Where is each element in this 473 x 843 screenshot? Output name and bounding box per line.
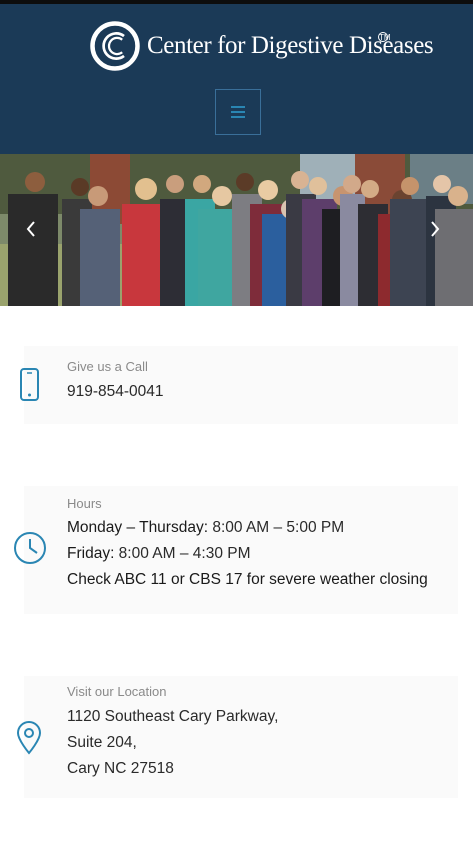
call-label: Give us a Call bbox=[67, 359, 148, 374]
slider-prev-button[interactable] bbox=[26, 221, 44, 241]
friday-label: Friday: bbox=[67, 545, 115, 562]
hamburger-icon bbox=[231, 106, 245, 118]
menu-toggle-button[interactable] bbox=[215, 89, 261, 135]
site-logo[interactable]: Center for Digestive Diseases TM bbox=[88, 16, 434, 76]
friday-time: 8:00 AM – 4:30 PM bbox=[114, 545, 251, 562]
site-header: Center for Digestive Diseases TM bbox=[0, 4, 473, 154]
weekday-label: Monday – Thursday: bbox=[67, 519, 209, 536]
map-pin-icon bbox=[16, 721, 42, 760]
chevron-right-icon bbox=[431, 221, 440, 237]
contact-info-section: Give us a Call 919-854-0041 Hours Monday… bbox=[0, 306, 473, 843]
location-label: Visit our Location bbox=[67, 684, 167, 699]
address-line-3: Cary NC 27518 bbox=[67, 760, 174, 777]
hours-friday-line: Friday: 8:00 AM – 4:30 PM bbox=[67, 545, 251, 563]
phone-number-link[interactable]: 919-854-0041 bbox=[67, 383, 164, 401]
call-card: Give us a Call 919-854-0041 bbox=[20, 346, 458, 424]
slider-next-button[interactable] bbox=[430, 221, 448, 241]
hours-card: Hours Monday – Thursday: 8:00 AM – 5:00 … bbox=[14, 486, 458, 614]
phone-icon bbox=[19, 368, 41, 407]
address-line-1: 1120 Southeast Cary Parkway, bbox=[67, 708, 279, 725]
chevron-left-icon bbox=[26, 221, 35, 237]
location-card: Visit our Location 1120 Southeast Cary P… bbox=[16, 676, 458, 798]
team-photo bbox=[0, 154, 473, 306]
address-line-2: Suite 204, bbox=[67, 734, 137, 751]
hours-weekday-line: Monday – Thursday: 8:00 AM – 5:00 PM bbox=[67, 519, 344, 537]
hours-label: Hours bbox=[67, 496, 102, 511]
weather-note: Check ABC 11 or CBS 17 for severe weathe… bbox=[67, 571, 428, 588]
clock-icon bbox=[13, 531, 47, 570]
logo-mark-icon bbox=[90, 21, 140, 71]
weekday-time: 8:00 AM – 5:00 PM bbox=[208, 519, 345, 536]
team-photo-slider bbox=[0, 154, 473, 306]
trademark-mark: TM bbox=[378, 32, 391, 42]
